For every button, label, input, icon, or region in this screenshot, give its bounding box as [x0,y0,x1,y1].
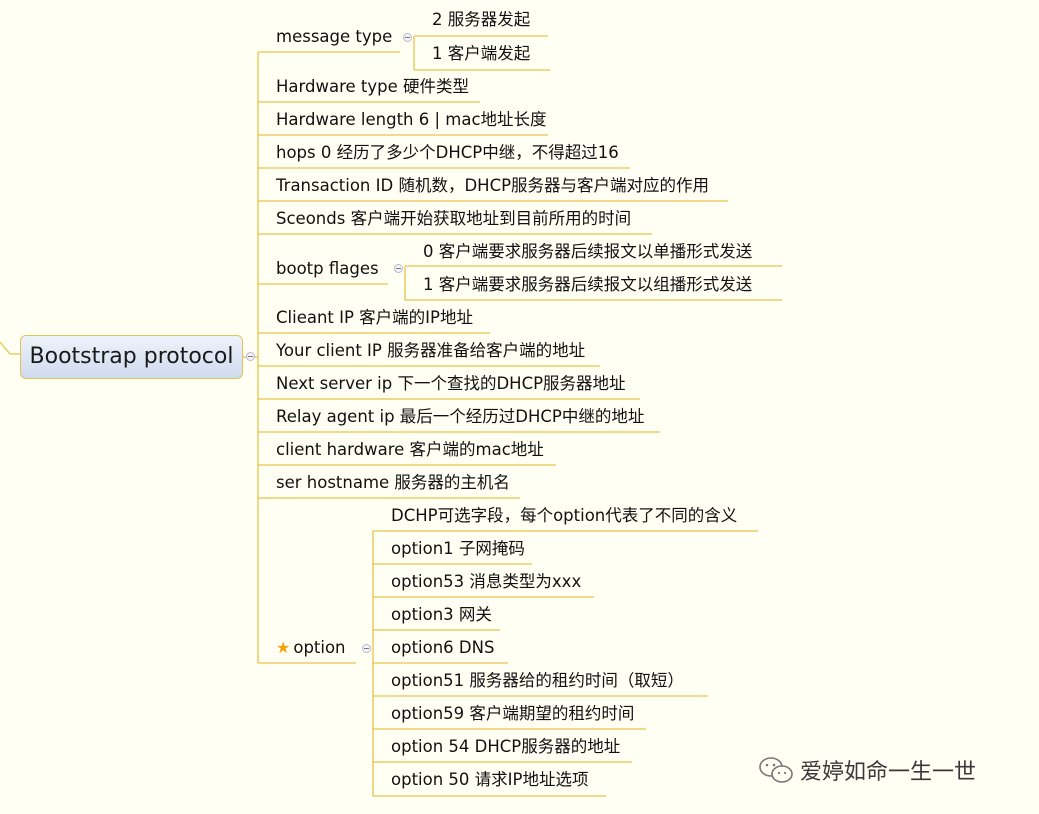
topic-bootp-flag-1[interactable]: 1 客户端要求服务器后续报文以组播形式发送 [423,274,752,296]
collapse-icon[interactable] [403,33,412,42]
topic-ser-hostname[interactable]: ser hostname 服务器的主机名 [276,472,510,494]
topic-transaction-id[interactable]: Transaction ID 随机数，DHCP服务器与客户端对应的作用 [276,175,709,197]
topic-hardware-type[interactable]: Hardware type 硬件类型 [276,76,469,98]
topic-option-1[interactable]: option1 子网掩码 [391,538,525,560]
topic-option-51[interactable]: option51 服务器给的租约时间（取短） [391,670,684,692]
collapse-icon[interactable] [394,264,403,273]
topic-option-description[interactable]: DCHP可选字段，每个option代表了不同的含义 [391,505,737,527]
topic-seconds[interactable]: Sceonds 客户端开始获取地址到目前所用的时间 [276,208,631,230]
topic-message-type-2[interactable]: 2 服务器发起 [432,9,530,31]
collapse-icon[interactable] [362,644,371,653]
topic-message-type-1[interactable]: 1 客户端发起 [432,43,530,65]
watermark-text: 爱婷如命一生一世 [800,760,977,785]
topic-option-53[interactable]: option53 消息类型为xxx [391,571,581,593]
root-topic[interactable]: Bootstrap protocol [20,335,243,379]
wechat-icon [759,757,793,783]
topic-client-hardware[interactable]: client hardware 客户端的mac地址 [276,439,544,461]
topic-bootp-flags[interactable]: bootp flages [276,258,379,280]
topic-option-label: option [293,638,346,657]
topic-hops[interactable]: hops 0 经历了多少个DHCP中继，不得超过16 [276,142,619,164]
topic-bootp-flag-0[interactable]: 0 客户端要求服务器后续报文以单播形式发送 [423,241,752,263]
topic-option-50[interactable]: option 50 请求IP地址选项 [391,769,588,791]
topic-your-client-ip[interactable]: Your client IP 服务器准备给客户端的地址 [276,340,585,362]
topic-option-6[interactable]: option6 DNS [391,637,494,659]
topic-hardware-length[interactable]: Hardware length 6 | mac地址长度 [276,109,547,131]
topic-next-server-ip[interactable]: Next server ip 下一个查找的DHCP服务器地址 [276,373,626,395]
topic-message-type[interactable]: message type [276,26,392,48]
star-icon: ★ [276,638,291,657]
topic-option-59[interactable]: option59 客户端期望的租约时间 [391,703,634,725]
topic-client-ip[interactable]: Clieant IP 客户端的IP地址 [276,307,473,329]
topic-relay-agent-ip[interactable]: Relay agent ip 最后一个经历过DHCP中继的地址 [276,406,644,428]
topic-option-54[interactable]: option 54 DHCP服务器的地址 [391,736,620,758]
topic-option-3[interactable]: option3 网关 [391,604,492,626]
topic-option[interactable]: ★ option [276,637,346,659]
collapse-icon[interactable] [246,352,255,361]
watermark: 爱婷如命一生一世 [758,754,976,786]
